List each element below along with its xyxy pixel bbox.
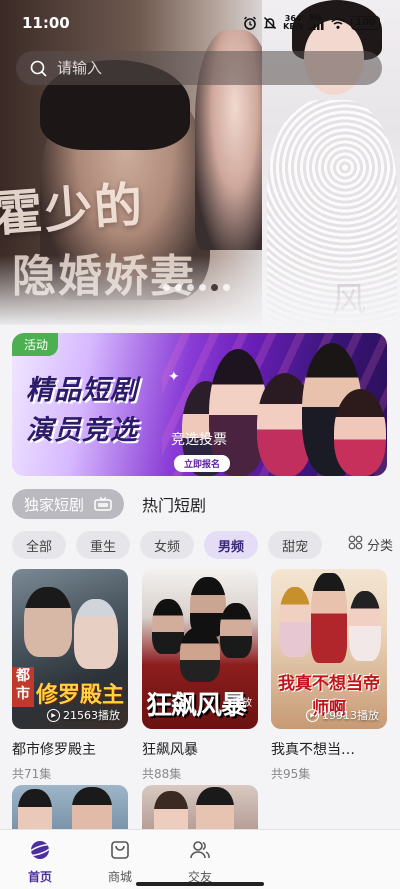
- signal-5g-label: 5G: [309, 14, 325, 32]
- drama-poster-partial[interactable]: [142, 785, 258, 830]
- classify-label: 分类: [367, 539, 394, 554]
- play-icon: ▶: [306, 708, 319, 722]
- wifi-icon: [331, 16, 345, 30]
- poster-play-label: 播放: [232, 698, 252, 709]
- drama-episodes: 共71集: [12, 767, 52, 781]
- status-icons: 364 KB/s 5G 100: [243, 14, 380, 32]
- chip-all[interactable]: 全部: [12, 531, 67, 559]
- play-count: ▶ 19913播放: [306, 707, 379, 723]
- promo-tag-badge: 活动: [12, 333, 59, 356]
- mute-bell-icon: [263, 16, 277, 30]
- classify-button[interactable]: 分类: [342, 535, 394, 554]
- drama-poster[interactable]: 都市 修罗殿主 ▶ 21563播放: [12, 569, 128, 729]
- drama-poster[interactable]: 狂飙风暴 播放: [142, 569, 258, 729]
- actress-portrait: [334, 389, 386, 476]
- drama-title[interactable]: 我真不想当…: [271, 739, 387, 759]
- tv-icon: [94, 496, 112, 511]
- net-speed: 364 KB/s: [283, 14, 304, 31]
- carousel-indicator[interactable]: [163, 284, 230, 291]
- search-icon: [30, 60, 47, 77]
- search-bar[interactable]: [16, 51, 382, 85]
- signup-button[interactable]: 立即报名: [174, 455, 231, 472]
- promo-banner[interactable]: 活动 精品短剧 ✦ 演员竞选 竞选投票 立即报名: [12, 333, 387, 476]
- hero-calligraphy-title: 霍少的: [0, 176, 147, 244]
- chip-male-active[interactable]: 男频: [204, 531, 259, 559]
- home-indicator[interactable]: [136, 882, 264, 886]
- bottom-navigation: 首页 商城 交友: [0, 829, 400, 889]
- chip-sweet[interactable]: 甜宠: [268, 531, 323, 559]
- drama-poster-partial[interactable]: [12, 785, 128, 830]
- drama-episodes: 共88集: [142, 767, 182, 781]
- filter-chips: 全部 重生 女频 男频 甜宠: [12, 531, 323, 559]
- promo-title-line1: 精品短剧: [26, 375, 138, 406]
- drama-card[interactable]: 我真不想当帝师啊 ▶ 19913播放 我真不想当… 共95集: [271, 569, 387, 782]
- drama-poster[interactable]: 我真不想当帝师啊 ▶ 19913播放: [271, 569, 387, 729]
- nav-friends[interactable]: 交友: [160, 830, 240, 889]
- poster-title-text: 狂飙风暴: [146, 691, 247, 721]
- nav-home-label: 首页: [27, 870, 52, 884]
- drama-card[interactable]: 都市 修罗殿主 ▶ 21563播放 都市修罗殿主 共71集: [12, 569, 128, 782]
- signal-bars-icon: [309, 22, 324, 30]
- promo-title-line2: 演员竞选: [26, 415, 138, 446]
- nav-mall-label: 商城: [107, 870, 132, 884]
- drama-episodes: 共95集: [271, 767, 311, 781]
- chip-female[interactable]: 女频: [140, 531, 195, 559]
- chip-rebirth[interactable]: 重生: [76, 531, 131, 559]
- carousel-dot[interactable]: [187, 284, 194, 291]
- carousel-dot-active[interactable]: [211, 284, 218, 291]
- tab-label: 独家短剧: [24, 495, 85, 514]
- search-input[interactable]: [57, 59, 337, 77]
- carousel-dot[interactable]: [163, 284, 170, 291]
- hero-banner[interactable]: 风 霍少的 隐婚娇妻: [0, 0, 400, 325]
- category-grid-icon: [348, 535, 363, 554]
- play-icon: ▶: [47, 708, 60, 722]
- carousel-dot[interactable]: [199, 284, 206, 291]
- poster-side-label: 都市: [12, 667, 34, 707]
- carousel-dot[interactable]: [175, 284, 182, 291]
- drama-card[interactable]: 狂飙风暴 播放 狂飙风暴 共88集: [142, 569, 258, 782]
- battery-indicator: 100: [351, 16, 380, 30]
- category-tabs: 独家短剧 热门短剧: [12, 489, 206, 519]
- poster-title-text: 修罗殿主: [36, 682, 125, 708]
- promo-vote-text: 竞选投票: [171, 432, 227, 448]
- tab-popular-dramas[interactable]: 热门短剧: [142, 492, 206, 516]
- alarm-icon: [243, 16, 257, 30]
- play-count: ▶ 21563播放: [47, 707, 120, 723]
- status-time: 11:00: [22, 14, 70, 32]
- status-bar: 11:00 364 KB/s 5G 100: [0, 0, 400, 48]
- nav-mall[interactable]: 商城: [80, 830, 160, 889]
- sparkle-icon: ✦: [168, 369, 180, 385]
- friends-icon: [189, 839, 211, 865]
- drama-title[interactable]: 狂飙风暴: [142, 739, 258, 759]
- drama-title[interactable]: 都市修罗殿主: [12, 739, 128, 759]
- home-planet-icon: [27, 839, 53, 865]
- tab-exclusive-dramas[interactable]: 独家短剧: [12, 489, 125, 519]
- carousel-dot[interactable]: [223, 284, 230, 291]
- shopping-bag-icon: [109, 839, 131, 865]
- nav-home[interactable]: 首页: [0, 830, 80, 889]
